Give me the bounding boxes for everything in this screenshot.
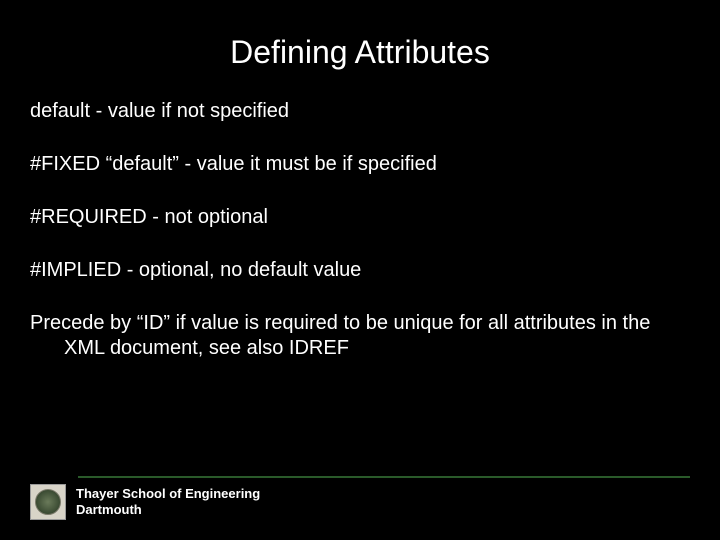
slide-footer: Thayer School of Engineering Dartmouth <box>30 476 690 520</box>
bullet-id: Precede by “ID” if value is required to … <box>30 311 690 361</box>
slide: Defining Attributes default - value if n… <box>0 0 720 540</box>
footer-line2: Dartmouth <box>76 502 260 518</box>
dartmouth-seal-icon <box>30 484 66 520</box>
bullet-default: default - value if not specified <box>30 99 690 124</box>
footer-line1: Thayer School of Engineering <box>76 486 260 502</box>
footer-divider <box>78 476 690 478</box>
slide-title: Defining Attributes <box>30 34 690 71</box>
footer-text: Thayer School of Engineering Dartmouth <box>76 486 260 519</box>
bullet-fixed: #FIXED “default” - value it must be if s… <box>30 152 690 177</box>
seal-inner-icon <box>35 489 61 515</box>
footer-row: Thayer School of Engineering Dartmouth <box>30 484 690 520</box>
bullet-implied: #IMPLIED - optional, no default value <box>30 258 690 283</box>
bullet-required: #REQUIRED - not optional <box>30 205 690 230</box>
slide-body: default - value if not specified #FIXED … <box>30 99 690 361</box>
